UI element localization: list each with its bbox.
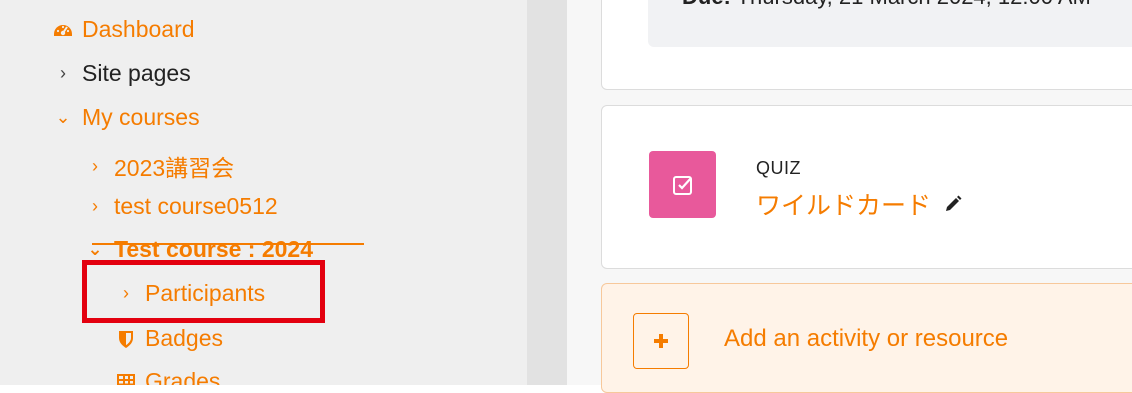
sidebar-item-grades[interactable]: Grades	[117, 368, 220, 385]
due-label: Due:	[682, 0, 731, 9]
course-index-sidebar: Dashboard › Site pages ⌄ My courses › 20…	[0, 0, 527, 385]
sidebar-scrollbar-gutter[interactable]	[527, 0, 567, 385]
highlight-annotation-box	[82, 260, 325, 323]
sidebar-item-label: Site pages	[82, 60, 191, 86]
sidebar-item-badges[interactable]: Badges	[117, 325, 223, 352]
quiz-check-icon[interactable]	[649, 151, 716, 218]
table-grid-icon	[117, 371, 135, 385]
sidebar-item-dashboard[interactable]: Dashboard	[52, 16, 195, 43]
due-date-text: Due: Thursday, 21 March 2024, 12:00 AM	[682, 0, 1091, 10]
due-value: Thursday, 21 March 2024, 12:00 AM	[737, 0, 1091, 9]
sidebar-item-label: test course0512	[114, 193, 278, 219]
chevron-right-icon: ›	[60, 63, 66, 83]
sidebar-item-label: Badges	[145, 325, 224, 351]
active-underline	[92, 243, 364, 245]
add-activity-button[interactable]	[633, 313, 689, 369]
sidebar-item-test-course-2024[interactable]: ⌄ Test course : 2024	[84, 236, 313, 263]
sidebar-item-label: Grades	[145, 368, 221, 385]
chevron-down-icon: ⌄	[55, 107, 71, 127]
sidebar-item-label: Dashboard	[82, 16, 195, 42]
add-activity-label[interactable]: Add an activity or resource	[724, 325, 1008, 353]
quiz-title-link[interactable]: ワイルドカード	[756, 186, 963, 222]
dashboard-icon	[52, 19, 74, 41]
plus-icon	[654, 334, 668, 348]
sidebar-item-label: 2023講習会	[114, 155, 235, 181]
sidebar-item-test-course0512[interactable]: › test course0512	[84, 193, 278, 220]
sidebar-item-label: My courses	[82, 104, 200, 130]
quiz-title: ワイルドカード	[756, 192, 932, 220]
shield-icon	[117, 328, 135, 350]
due-date-box: Due: Thursday, 21 March 2024, 12:00 AM	[648, 0, 1132, 47]
chevron-right-icon: ›	[92, 155, 98, 176]
sidebar-item-course-2023[interactable]: › 2023講習会	[84, 149, 234, 183]
activity-type-label: QUIZ	[756, 158, 801, 178]
pencil-icon[interactable]	[943, 194, 963, 214]
sidebar-item-site-pages[interactable]: › Site pages	[52, 60, 191, 87]
chevron-right-icon: ›	[92, 196, 98, 216]
sidebar-item-label: Test course : 2024	[114, 236, 314, 262]
sidebar-item-my-courses[interactable]: ⌄ My courses	[52, 104, 200, 131]
